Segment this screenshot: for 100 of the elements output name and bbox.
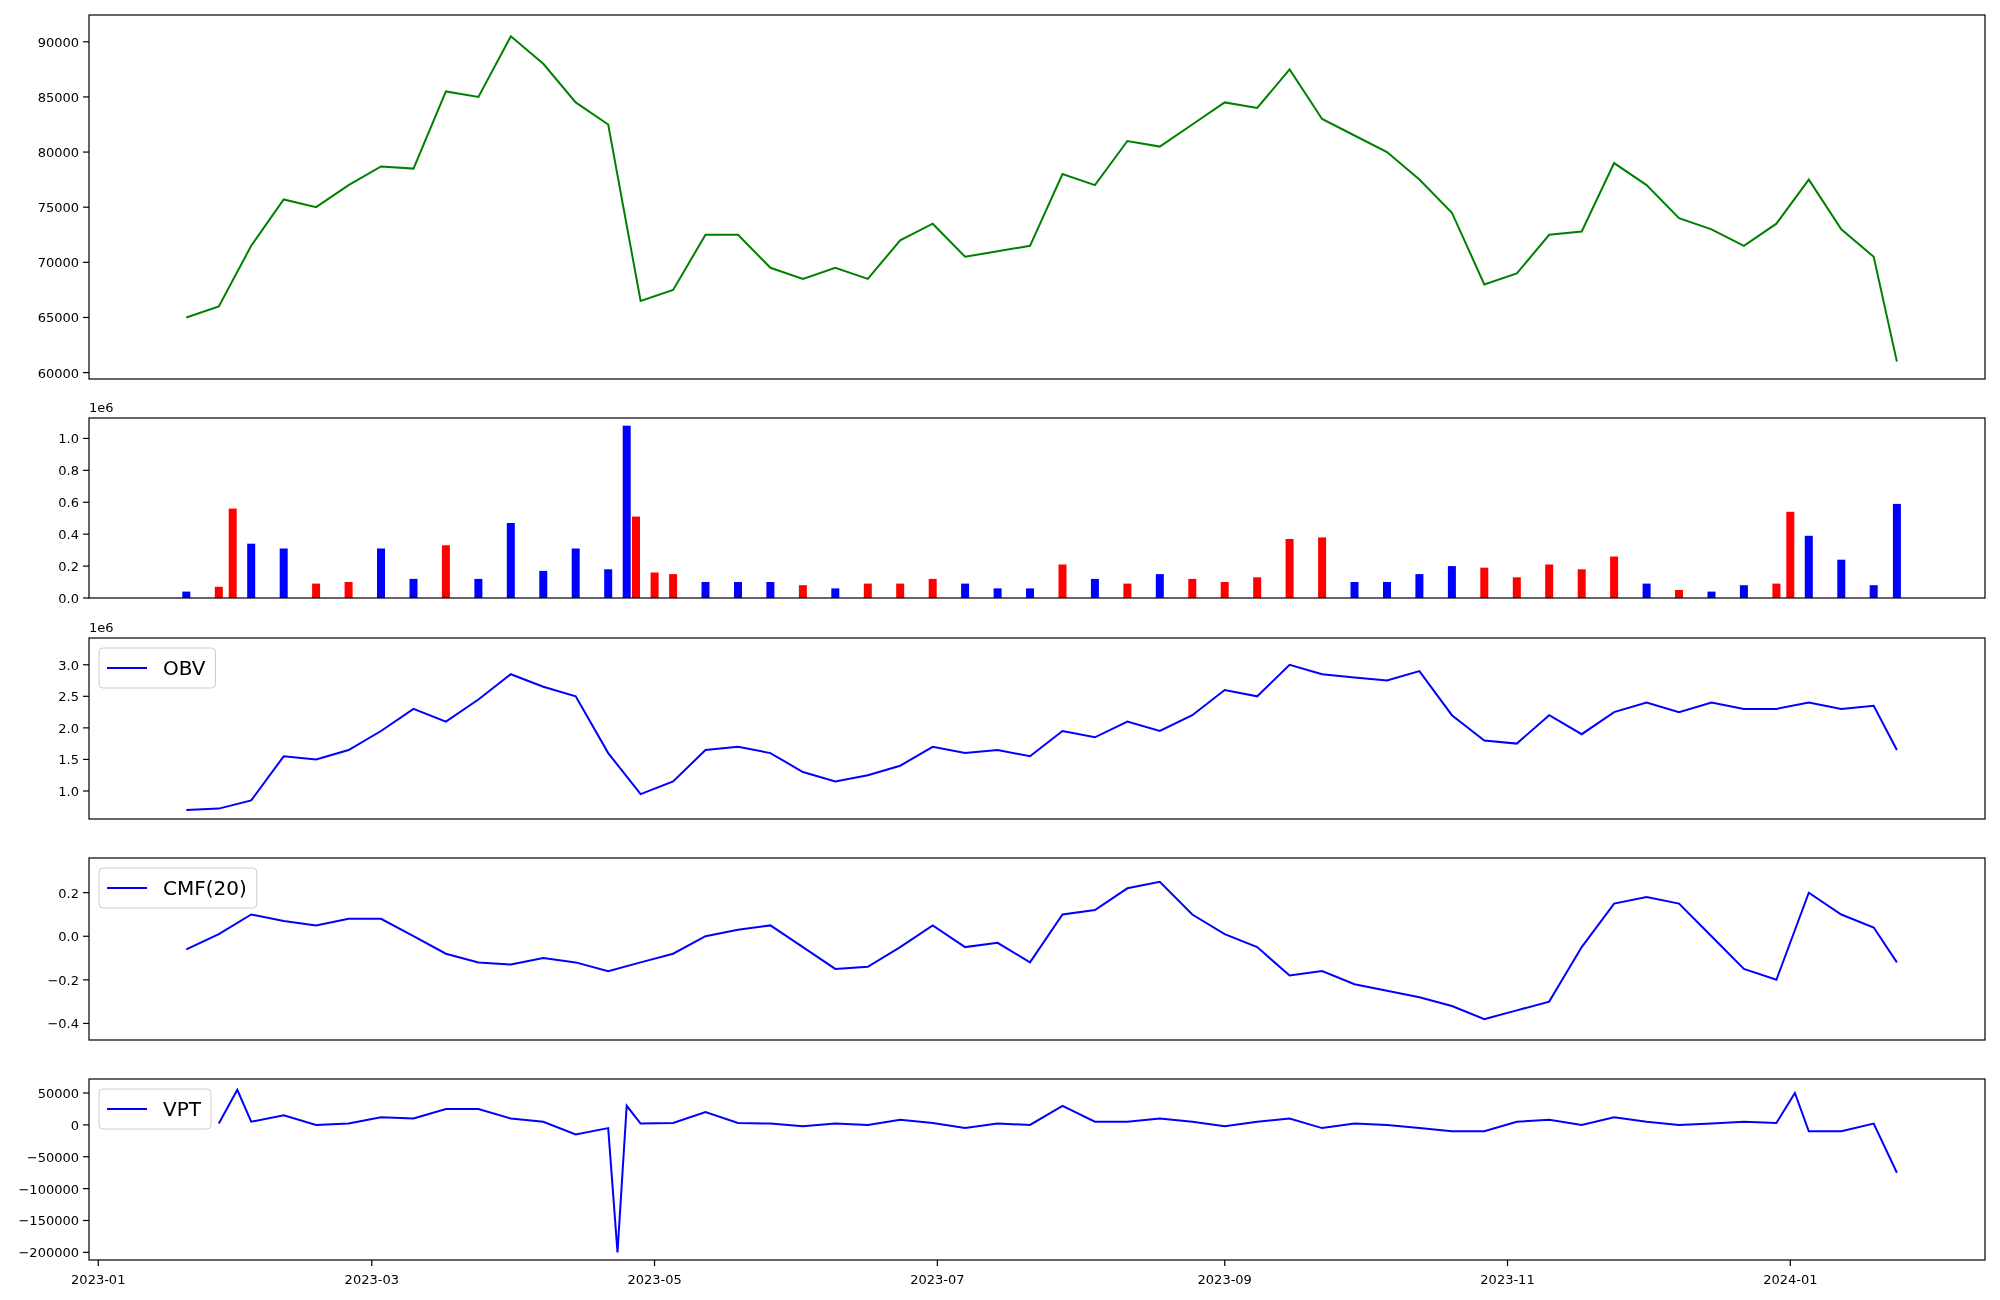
tick-mark xyxy=(936,1259,938,1267)
y-tick-label: 0.4 xyxy=(58,527,79,543)
bar xyxy=(1155,574,1164,598)
y-tick-label: 90000 xyxy=(37,34,79,50)
bar xyxy=(1090,578,1099,598)
tick-mark xyxy=(82,758,90,760)
tick-mark xyxy=(82,469,90,471)
bar xyxy=(961,583,970,598)
y-tick-label: 0.2 xyxy=(58,559,79,575)
tick-mark xyxy=(82,1188,90,1190)
y-tick-label: −0.4 xyxy=(47,1016,79,1032)
tick-mark xyxy=(82,41,90,43)
x-tick-label: 2023-07 xyxy=(910,1272,965,1287)
bar xyxy=(1253,577,1262,598)
tick-mark xyxy=(82,316,90,319)
axis-offset-label: 1e6 xyxy=(89,620,114,635)
bar xyxy=(344,582,353,598)
y-tick-label: −0.2 xyxy=(47,972,79,988)
tick-mark xyxy=(82,790,90,792)
tick-mark xyxy=(1789,1259,1791,1267)
tick-mark xyxy=(82,1022,90,1025)
tick-mark xyxy=(371,1259,373,1267)
legend-line-icon xyxy=(106,887,148,889)
bar xyxy=(247,543,256,598)
bar xyxy=(571,548,580,598)
x-tick-label: 2023-09 xyxy=(1197,1272,1252,1287)
bar xyxy=(409,578,418,598)
y-tick-label: 75000 xyxy=(37,200,79,216)
y-tick-label: 1.5 xyxy=(58,752,79,768)
bar xyxy=(650,572,659,598)
bar xyxy=(928,578,937,598)
y-tick-label: 1.0 xyxy=(58,431,79,447)
legend-line-icon xyxy=(106,667,148,669)
y-tick-label: 60000 xyxy=(37,365,79,381)
bar xyxy=(1480,567,1489,598)
bar xyxy=(766,582,775,598)
tick-mark xyxy=(82,372,90,374)
tick-mark xyxy=(82,96,90,98)
y-tick-label: 0 xyxy=(70,1117,79,1133)
tick-mark xyxy=(82,1092,90,1094)
tick-mark xyxy=(1506,1259,1509,1267)
x-tick-label: 2023-05 xyxy=(627,1272,682,1287)
bar xyxy=(539,570,548,598)
bar xyxy=(993,588,1002,598)
tick-mark xyxy=(82,206,90,208)
y-tick-label: 0.0 xyxy=(58,591,79,606)
bar xyxy=(377,548,385,598)
bar xyxy=(441,545,450,598)
bar xyxy=(669,574,678,598)
tick-mark xyxy=(82,261,90,263)
bar xyxy=(1577,569,1586,598)
bar xyxy=(1318,537,1327,598)
y-tick-label: 80000 xyxy=(37,145,79,161)
tick-mark xyxy=(82,1219,90,1222)
tick-mark xyxy=(82,727,90,729)
bar xyxy=(1837,559,1846,598)
y-tick-label: 0.6 xyxy=(58,495,79,511)
y-tick-label: 3.0 xyxy=(58,657,79,673)
tick-mark xyxy=(82,437,90,440)
y-tick-label: 0.8 xyxy=(58,463,79,479)
tick-mark xyxy=(82,1156,90,1158)
bar xyxy=(182,591,191,598)
tick-mark xyxy=(82,151,90,153)
bar xyxy=(1220,582,1229,598)
bar xyxy=(1058,564,1067,598)
y-tick-label: 50000 xyxy=(37,1086,79,1101)
bar xyxy=(798,585,807,598)
tick-mark xyxy=(82,892,90,894)
bar xyxy=(896,583,905,598)
bar xyxy=(1545,564,1554,598)
bar xyxy=(1415,574,1424,598)
tick-mark xyxy=(82,501,90,503)
y-tick-label: 65000 xyxy=(37,310,79,326)
bar xyxy=(1772,583,1781,598)
legend-label: VPT xyxy=(163,1097,201,1121)
bar xyxy=(1869,585,1878,598)
bar xyxy=(1350,582,1359,598)
y-tick-label: 85000 xyxy=(37,89,79,105)
bar xyxy=(1642,583,1651,598)
y-tick-label: −50000 xyxy=(26,1149,79,1165)
y-tick-label: −100000 xyxy=(18,1181,79,1197)
y-tick-label: −200000 xyxy=(18,1245,79,1261)
y-tick-label: 2.0 xyxy=(58,720,79,736)
y-tick-label: 70000 xyxy=(37,255,79,271)
tick-mark xyxy=(82,664,90,666)
y-tick-label: 0.2 xyxy=(58,885,79,901)
bar xyxy=(734,582,742,598)
legend-label: OBV xyxy=(163,656,206,680)
bar xyxy=(1026,588,1034,598)
tick-mark xyxy=(82,695,90,697)
bar xyxy=(1512,577,1521,598)
bar xyxy=(1188,578,1197,598)
bar xyxy=(474,578,483,598)
legend-line-icon xyxy=(106,1108,148,1110)
y-tick-label: 2.5 xyxy=(58,689,79,705)
bar xyxy=(312,583,321,598)
bar xyxy=(701,582,710,598)
bar xyxy=(1675,590,1683,598)
bar xyxy=(1610,556,1619,598)
bar xyxy=(1707,591,1716,598)
